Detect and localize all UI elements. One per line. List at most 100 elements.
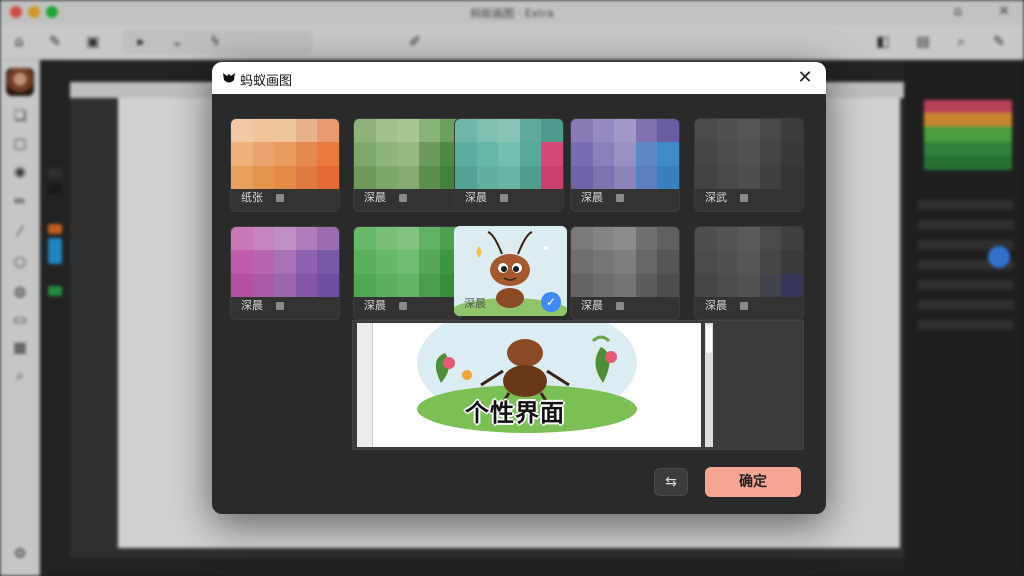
color-swatch — [614, 273, 636, 297]
color-swatch — [375, 227, 398, 251]
color-swatch — [592, 250, 615, 274]
color-swatch — [252, 119, 275, 143]
color-swatch — [397, 273, 419, 297]
color-swatch — [635, 250, 658, 274]
color-swatch — [375, 142, 398, 166]
color-swatch — [354, 165, 376, 189]
color-swatch — [716, 142, 739, 166]
theme-card[interactable]: 深晨 — [454, 118, 564, 212]
color-swatch — [317, 165, 339, 189]
color-swatch — [716, 119, 739, 143]
color-swatch — [274, 119, 296, 143]
color-swatch — [476, 119, 499, 143]
lock-icon — [740, 302, 748, 310]
color-swatch — [418, 119, 441, 143]
color-swatch — [274, 227, 296, 251]
color-swatch — [738, 273, 760, 297]
color-swatch — [759, 273, 782, 297]
color-swatch — [781, 165, 803, 189]
color-swatch — [317, 142, 339, 166]
theme-dialog: 蚂蚁画图 ✕ 纸张 深晨 深晨 深晨 深武 深晨 深晨 深晨 深晨 深晨 ✓ 个… — [212, 62, 826, 514]
preview-illustration — [357, 323, 701, 447]
swap-button[interactable]: ⇆ — [654, 468, 688, 496]
color-swatch — [657, 273, 679, 297]
color-swatch — [571, 142, 593, 166]
theme-card[interactable]: 深晨 — [353, 226, 463, 320]
color-swatch — [317, 250, 339, 274]
color-swatch — [295, 119, 318, 143]
lock-icon — [740, 194, 748, 202]
color-swatch — [738, 142, 760, 166]
color-swatch — [614, 227, 636, 251]
color-swatch — [592, 142, 615, 166]
lock-icon — [616, 302, 624, 310]
color-swatch — [354, 273, 376, 297]
theme-label: 深晨 — [241, 299, 263, 312]
color-swatch — [252, 273, 275, 297]
theme-label: 纸张 — [241, 191, 263, 204]
lock-icon — [399, 194, 407, 202]
theme-card[interactable]: 纸张 — [230, 118, 340, 212]
theme-label: 深武 — [705, 191, 727, 204]
theme-card[interactable]: 深晨 — [230, 226, 340, 320]
color-swatch — [541, 119, 563, 143]
color-swatch — [295, 273, 318, 297]
color-swatch — [635, 165, 658, 189]
color-swatch — [519, 165, 542, 189]
color-swatch — [354, 250, 376, 274]
color-swatch — [317, 273, 339, 297]
color-swatch — [231, 142, 253, 166]
color-swatch — [781, 142, 803, 166]
theme-card-ant-selected[interactable]: 深晨 ✓ — [454, 226, 567, 316]
color-swatch — [252, 227, 275, 251]
color-swatch — [295, 142, 318, 166]
theme-card[interactable]: 深晨 — [570, 226, 680, 320]
theme-label: 深晨 — [364, 299, 386, 312]
color-swatch — [614, 142, 636, 166]
theme-swatches — [231, 227, 339, 297]
color-swatch — [418, 227, 441, 251]
theme-label: 深晨 — [465, 191, 487, 204]
color-swatch — [418, 142, 441, 166]
check-badge-icon: ✓ — [541, 292, 561, 312]
color-swatch — [231, 273, 253, 297]
theme-swatches — [571, 227, 679, 297]
color-swatch — [418, 165, 441, 189]
confirm-button[interactable]: 确定 — [705, 467, 801, 497]
theme-card[interactable]: 深武 — [694, 118, 804, 212]
preview-ruler — [357, 323, 373, 447]
color-swatch — [635, 119, 658, 143]
lock-icon — [616, 194, 624, 202]
color-swatch — [418, 250, 441, 274]
color-swatch — [759, 227, 782, 251]
color-swatch — [418, 273, 441, 297]
theme-card[interactable]: 深晨 — [694, 226, 804, 320]
dialog-title: 蚂蚁画图 — [240, 74, 293, 89]
color-swatch — [274, 165, 296, 189]
theme-card[interactable]: 深晨 — [353, 118, 463, 212]
color-swatch — [592, 119, 615, 143]
color-swatch — [695, 165, 717, 189]
color-swatch — [695, 250, 717, 274]
color-swatch — [231, 165, 253, 189]
preview-scrollbar[interactable] — [705, 323, 713, 447]
color-swatch — [231, 250, 253, 274]
color-swatch — [635, 227, 658, 251]
color-swatch — [541, 165, 563, 189]
color-swatch — [317, 119, 339, 143]
theme-swatches — [455, 119, 563, 189]
color-swatch — [317, 227, 339, 251]
scrollbar-thumb[interactable] — [706, 325, 712, 353]
theme-card[interactable]: 深晨 — [570, 118, 680, 212]
close-icon[interactable]: ✕ — [794, 67, 816, 89]
color-swatch — [657, 119, 679, 143]
color-swatch — [695, 227, 717, 251]
color-swatch — [571, 165, 593, 189]
color-swatch — [498, 142, 520, 166]
color-swatch — [274, 250, 296, 274]
color-swatch — [738, 165, 760, 189]
color-swatch — [781, 250, 803, 274]
ant-logo-icon — [223, 73, 235, 83]
color-swatch — [498, 119, 520, 143]
theme-swatches — [354, 119, 462, 189]
